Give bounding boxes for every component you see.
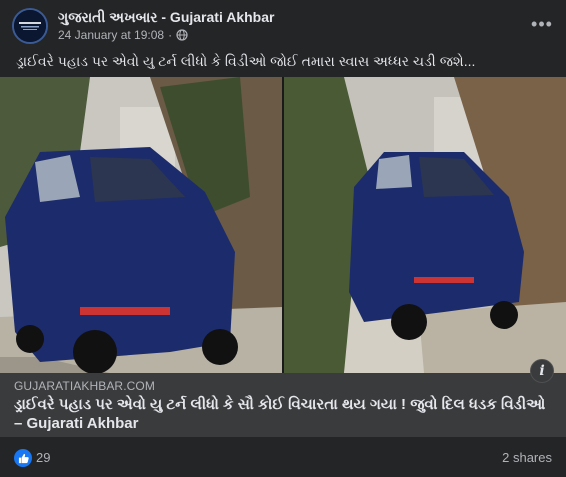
post-meta: 24 January at 19:08 · xyxy=(58,28,188,42)
share-count[interactable]: 2 shares xyxy=(502,450,552,465)
link-title[interactable]: ડ્રાઈવરે પહાડ પર એવો યુ ટર્ન લીધો કે સૌ … xyxy=(14,395,554,433)
car-on-cliff-image xyxy=(0,77,282,373)
post-timestamp[interactable]: 24 January at 19:08 xyxy=(58,28,164,42)
post-footer: 29 2 shares xyxy=(0,437,566,477)
thumbs-up-icon xyxy=(18,453,29,463)
reaction-count[interactable]: 29 xyxy=(36,450,50,465)
globe-icon xyxy=(176,29,188,41)
page-name-link[interactable]: ગુજરાતી અખબાર - Gujarati Akhbar xyxy=(58,9,274,26)
car-on-cliff-image xyxy=(284,77,566,373)
post-media[interactable] xyxy=(0,77,566,373)
info-button[interactable]: i xyxy=(530,359,554,383)
video-frame-left[interactable] xyxy=(0,77,282,373)
page-avatar[interactable] xyxy=(12,8,48,44)
info-icon: i xyxy=(539,363,545,379)
meta-separator: · xyxy=(168,28,173,42)
link-preview[interactable]: i GUJARATIAKHBAR.COM ડ્રાઈવરે પહાડ પર એવ… xyxy=(0,359,566,437)
link-domain: GUJARATIAKHBAR.COM xyxy=(14,379,155,393)
like-icon[interactable] xyxy=(14,449,32,467)
ellipsis-icon: ••• xyxy=(531,13,553,34)
post-text: ડ્રાઈવરે પહાડ પર એવો યુ ટર્ન લીધો કે વિડ… xyxy=(16,53,476,69)
video-frame-right[interactable] xyxy=(284,77,566,373)
post-header: ગુજરાતી અખબાર - Gujarati Akhbar 24 Janua… xyxy=(0,0,566,50)
more-options-button[interactable]: ••• xyxy=(526,10,558,38)
page-logo-icon xyxy=(14,10,46,42)
